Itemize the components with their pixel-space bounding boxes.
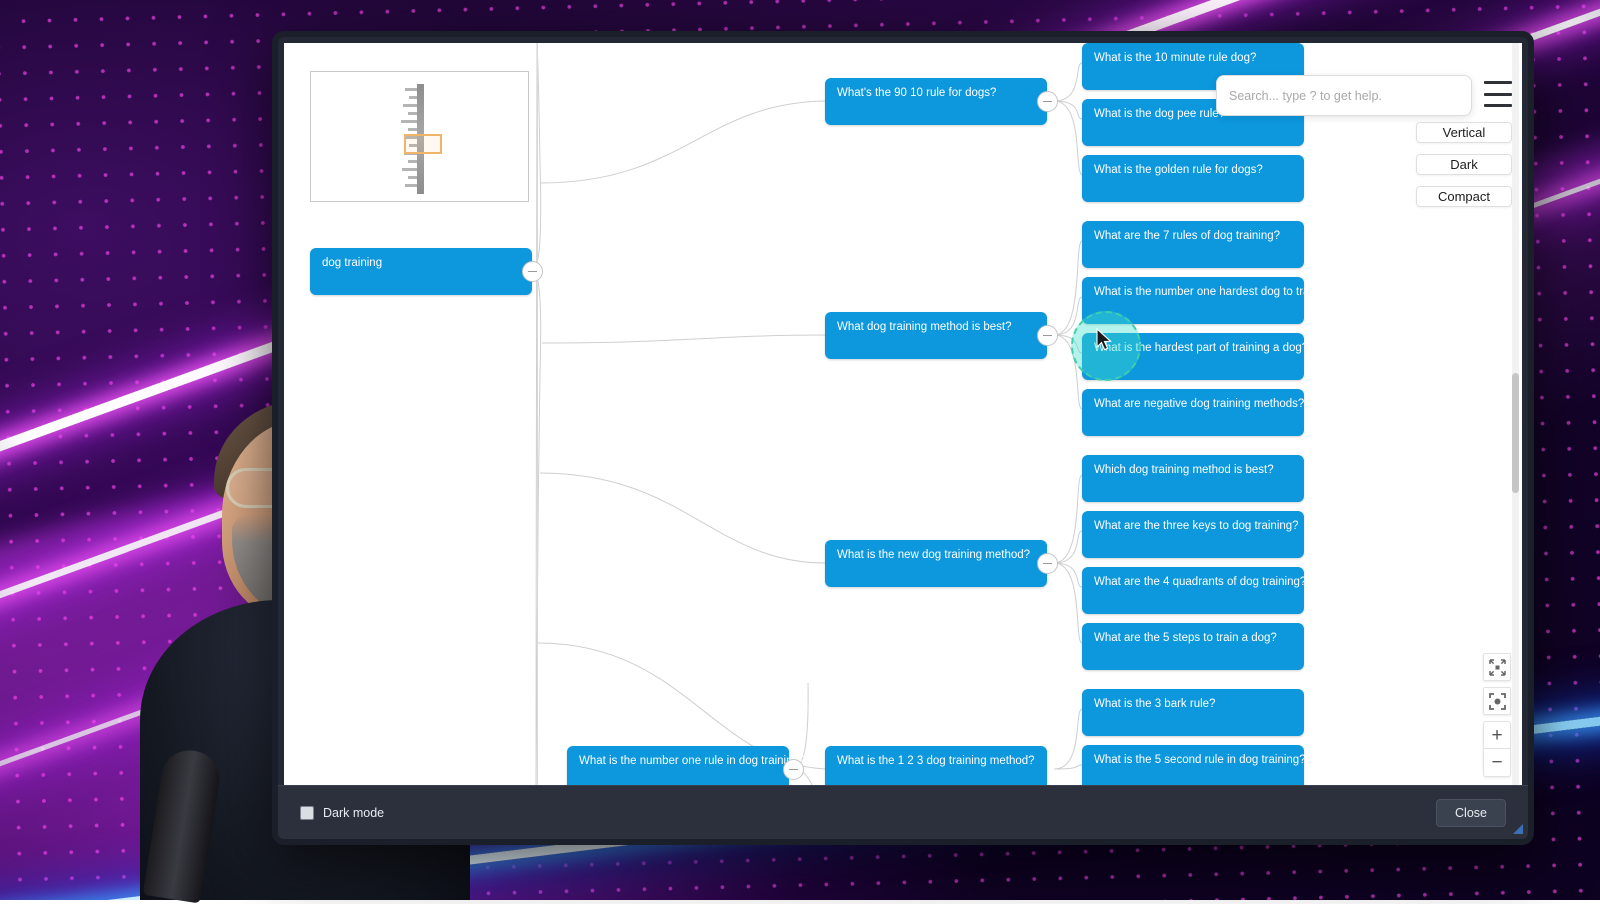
dark-mode-toggle[interactable]: Dark mode (300, 806, 384, 820)
mindmap-canvas[interactable]: dog training What's the 90 10 rule for d… (284, 43, 1522, 791)
node-label: What are the three keys to dog training? (1094, 520, 1299, 532)
mindmap-root-node[interactable]: dog training (310, 248, 532, 295)
zoom-out-label: − (1491, 753, 1502, 772)
center-focus-button[interactable] (1483, 687, 1511, 715)
density-toggle-label: Compact (1438, 189, 1490, 204)
leaf-node-3-3[interactable]: What are the 4 quadrants of dog training… (1082, 567, 1304, 614)
branch-3-collapse-toggle[interactable] (1037, 553, 1058, 574)
theme-toggle-button[interactable]: Dark (1416, 154, 1512, 175)
leaf-node-4-1[interactable]: What is the 3 bark rule? (1082, 689, 1304, 736)
node-label: What is the 1 2 3 dog training method? (837, 755, 1035, 767)
dark-mode-label: Dark mode (323, 806, 384, 820)
node-label: What are the 5 steps to train a dog? (1094, 632, 1277, 644)
hamburger-bar (1484, 81, 1512, 84)
branch-node-1[interactable]: What's the 90 10 rule for dogs? (825, 78, 1047, 125)
minimap[interactable] (310, 71, 529, 202)
leaf-node-3-1[interactable]: Which dog training method is best? (1082, 455, 1304, 502)
node-label: What is the number one rule in dog train… (579, 755, 805, 767)
zoom-in-label: + (1491, 726, 1502, 745)
window-resize-grip[interactable] (1513, 824, 1523, 834)
node-label: What are the 7 rules of dog training? (1094, 230, 1280, 242)
dark-mode-checkbox[interactable] (300, 806, 314, 820)
hamburger-menu-icon[interactable] (1484, 81, 1512, 107)
minimap-tick (408, 112, 417, 115)
node-label: What is the dog pee rule? (1094, 108, 1225, 120)
search-input[interactable] (1229, 89, 1459, 103)
theme-toggle-label: Dark (1450, 157, 1477, 172)
node-label: What are negative dog training methods? (1094, 398, 1304, 410)
minimap-tick (405, 88, 417, 91)
leaf-node-2-4[interactable]: What are negative dog training methods? (1082, 389, 1304, 436)
fit-to-screen-button[interactable] (1483, 653, 1511, 681)
app-window: dog training What's the 90 10 rule for d… (272, 31, 1534, 845)
node-label: What are the 4 quadrants of dog training… (1094, 576, 1306, 588)
branch-2-collapse-toggle[interactable] (1037, 325, 1058, 346)
minimap-tick (408, 160, 417, 163)
node-label: What is the new dog training method? (837, 549, 1030, 561)
minimap-tick (409, 96, 417, 99)
canvas-divider (537, 43, 538, 791)
root-collapse-toggle[interactable] (522, 261, 543, 282)
minimap-tick (403, 104, 417, 107)
leaf-node-3-4[interactable]: What are the 5 steps to train a dog? (1082, 623, 1304, 670)
minimap-tick (408, 128, 417, 131)
branch-node-2[interactable]: What dog training method is best? (825, 312, 1047, 359)
fit-to-screen-icon (1489, 659, 1506, 676)
center-focus-icon (1489, 693, 1506, 710)
hamburger-bar (1484, 93, 1512, 96)
branch-node-3[interactable]: What is the new dog training method? (825, 540, 1047, 587)
minimap-tick (405, 184, 417, 187)
density-toggle-button[interactable]: Compact (1416, 186, 1512, 207)
node-label: What dog training method is best? (837, 321, 1012, 333)
leaf-node-2-2[interactable]: What is the number one hardest dog to tr… (1082, 277, 1304, 324)
leaf-node-2-3[interactable]: What is the hardest part of training a d… (1082, 333, 1304, 380)
minimap-tick (401, 120, 417, 123)
node-label: What is the 3 bark rule? (1094, 698, 1215, 710)
close-button[interactable]: Close (1436, 799, 1506, 827)
branch-1-collapse-toggle[interactable] (1037, 91, 1058, 112)
node-label: What is the number one hardest dog to tr… (1094, 286, 1325, 298)
node-label: What is the 5 second rule in dog trainin… (1094, 754, 1306, 766)
secondary-root-collapse-toggle[interactable] (783, 759, 804, 780)
node-label: Which dog training method is best? (1094, 464, 1274, 476)
minimap-viewport-rect[interactable] (404, 134, 442, 154)
search-bar[interactable] (1216, 75, 1472, 116)
window-footer: Dark mode Close (278, 785, 1528, 839)
node-label: What's the 90 10 rule for dogs? (837, 87, 996, 99)
leaf-node-3-2[interactable]: What are the three keys to dog training? (1082, 511, 1304, 558)
zoom-out-button[interactable]: − (1483, 749, 1511, 777)
minimap-tick (408, 176, 417, 179)
zoom-in-button[interactable]: + (1483, 721, 1511, 749)
node-label: What is the golden rule for dogs? (1094, 164, 1263, 176)
hamburger-bar (1484, 104, 1512, 107)
node-label: What is the 10 minute rule dog? (1094, 52, 1256, 64)
vertical-scrollbar-thumb[interactable] (1512, 373, 1519, 493)
zoom-controls: + − (1483, 653, 1511, 777)
node-label: dog training (322, 257, 382, 269)
node-label: What is the hardest part of training a d… (1094, 342, 1308, 354)
minimap-tick (402, 168, 417, 171)
orientation-toggle-label: Vertical (1443, 125, 1486, 140)
leaf-node-2-1[interactable]: What are the 7 rules of dog training? (1082, 221, 1304, 268)
leaf-node-1-3[interactable]: What is the golden rule for dogs? (1082, 155, 1304, 202)
orientation-toggle-button[interactable]: Vertical (1416, 122, 1512, 143)
